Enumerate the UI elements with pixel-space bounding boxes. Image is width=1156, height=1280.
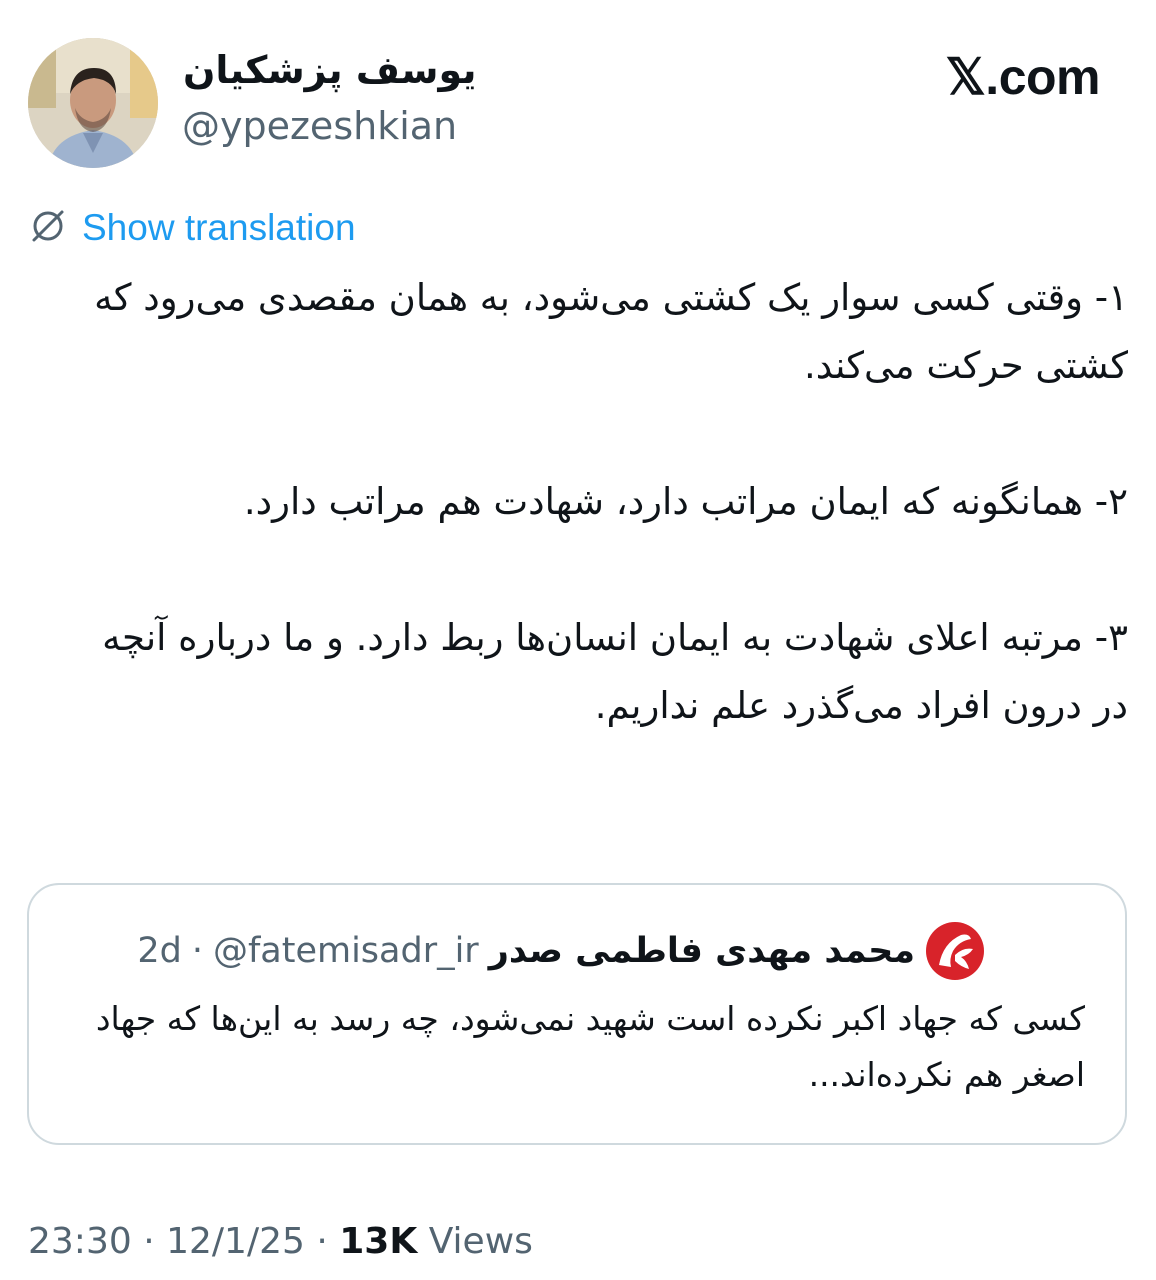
- views-count[interactable]: 13K: [339, 1221, 417, 1262]
- quoted-timestamp[interactable]: 2d: [137, 931, 182, 971]
- meta-separator: ·: [143, 1221, 155, 1262]
- views-label: Views: [428, 1221, 533, 1262]
- red-circle-logo-icon[interactable]: [925, 921, 985, 981]
- author-display-name[interactable]: یوسف پزشکیان: [183, 49, 477, 92]
- quoted-tweet-header: محمد مهدی فاطمی صدر @fatemisadr_ir · 2d: [65, 921, 985, 981]
- author-avatar[interactable]: [28, 38, 158, 168]
- tweet-time[interactable]: 23:30: [28, 1221, 132, 1262]
- meta-separator: ·: [316, 1221, 328, 1262]
- tweet-date[interactable]: 12/1/25: [166, 1221, 305, 1262]
- show-translation-label: Show translation: [82, 207, 356, 248]
- quoted-tweet-text: کسی که جهاد اکبر نکرده است شهید نمی‌شود،…: [95, 999, 1085, 1094]
- tweet-paragraph-2: ۲- همانگونه که ایمان مراتب دارد، شهادت ه…: [243, 480, 1128, 523]
- quoted-author-handle[interactable]: @fatemisadr_ir: [213, 931, 479, 971]
- x-com-logo: 𝕏.com: [945, 49, 1101, 105]
- quoted-separator: ·: [191, 931, 203, 971]
- tweet-paragraph-3: ۳- مرتبه اعلای شهادت به ایمان انسان‌ها ر…: [102, 616, 1128, 727]
- tweet-meta: 23:30 · 12/1/25 · 13K Views: [28, 1222, 533, 1262]
- globe-slash-icon: [28, 206, 68, 250]
- show-translation-button[interactable]: Show translation: [28, 206, 356, 250]
- quoted-tweet-card[interactable]: محمد مهدی فاطمی صدر @fatemisadr_ir · 2d …: [27, 883, 1127, 1145]
- tweet-text: ۱- وقتی کسی سوار یک کشتی می‌شود، به همان…: [60, 264, 1128, 808]
- tweet-paragraph-1: ۱- وقتی کسی سوار یک کشتی می‌شود، به همان…: [94, 276, 1128, 387]
- quoted-author-name[interactable]: محمد مهدی فاطمی صدر: [489, 931, 915, 971]
- author-handle[interactable]: @ypezeshkian: [182, 105, 457, 148]
